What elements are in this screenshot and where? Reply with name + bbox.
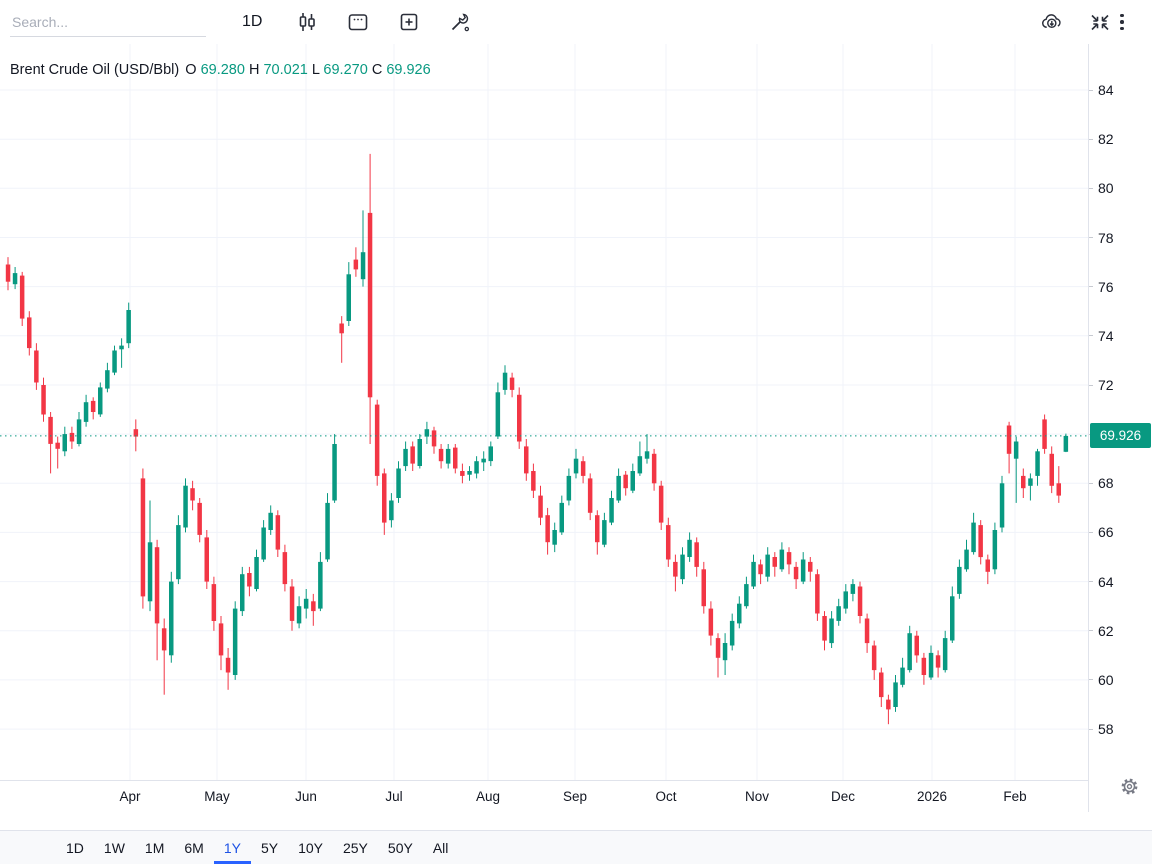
price-tickmark xyxy=(1089,532,1093,533)
add-plus-icon[interactable] xyxy=(397,10,421,34)
time-axis-label: Aug xyxy=(476,789,500,804)
price-tick-label: 76 xyxy=(1098,279,1114,295)
candlestick-icon[interactable] xyxy=(295,10,319,34)
range-button-5y[interactable]: 5Y xyxy=(251,831,288,864)
time-axis-label: Jun xyxy=(295,789,317,804)
price-tick-label: 80 xyxy=(1098,180,1114,196)
range-button-1d[interactable]: 1D xyxy=(56,831,94,864)
range-button-1m[interactable]: 1M xyxy=(135,831,174,864)
close-value: 69.926 xyxy=(386,62,430,78)
price-tick-label: 64 xyxy=(1098,574,1114,590)
price-tickmark xyxy=(1089,630,1093,631)
range-button-6m[interactable]: 6M xyxy=(174,831,213,864)
chart-legend: Brent Crude Oil (USD/Bbl) O 69.280 H 70.… xyxy=(10,62,431,78)
top-toolbar: 1D xyxy=(0,0,1152,44)
price-tickmark xyxy=(1089,483,1093,484)
range-button-10y[interactable]: 10Y xyxy=(288,831,333,864)
cloud-download-icon[interactable] xyxy=(1040,10,1064,34)
time-axis[interactable]: Apr May Jun Jul Aug Sep Oct Nov Dec 2026 Feb xyxy=(0,780,1088,812)
low-label: L xyxy=(312,62,320,78)
time-axis-label: Nov xyxy=(745,789,769,804)
price-tickmark xyxy=(1089,90,1093,91)
range-button-25y[interactable]: 25Y xyxy=(333,831,378,864)
price-tickmark xyxy=(1089,581,1093,582)
open-label: O xyxy=(185,62,196,78)
high-label: H xyxy=(249,62,259,78)
collapse-arrows-icon[interactable] xyxy=(1088,10,1112,34)
price-tick-label: 84 xyxy=(1098,82,1114,98)
price-tickmark xyxy=(1089,729,1093,730)
price-tickmark xyxy=(1089,188,1093,189)
price-tick-label: 58 xyxy=(1098,721,1114,737)
time-axis-label: Apr xyxy=(119,789,140,804)
price-tick-label: 62 xyxy=(1098,623,1114,639)
low-value: 69.270 xyxy=(323,62,367,78)
more-kebab-icon[interactable] xyxy=(1112,10,1132,34)
price-tickmark xyxy=(1089,679,1093,680)
price-tick-label: 68 xyxy=(1098,475,1114,491)
price-tick-label: 74 xyxy=(1098,328,1114,344)
settings-gear-icon[interactable] xyxy=(1120,777,1139,796)
last-price-tag: 69.926 xyxy=(1090,423,1151,448)
wrench-icon[interactable] xyxy=(448,10,472,34)
price-scale[interactable]: 69.926 8482807876747270686664626058 xyxy=(1088,44,1152,812)
price-tickmark xyxy=(1089,335,1093,336)
price-tick-label: 66 xyxy=(1098,524,1114,540)
time-axis-label: 2026 xyxy=(917,789,947,804)
price-tick-label: 60 xyxy=(1098,672,1114,688)
range-button-1y[interactable]: 1Y xyxy=(214,831,251,864)
range-button-1w[interactable]: 1W xyxy=(94,831,135,864)
price-tickmark xyxy=(1089,385,1093,386)
time-axis-label: Jul xyxy=(385,789,402,804)
range-button-50y[interactable]: 50Y xyxy=(378,831,423,864)
symbol-name: Brent Crude Oil (USD/Bbl) xyxy=(10,62,179,78)
time-axis-label: Oct xyxy=(655,789,676,804)
close-label: C xyxy=(372,62,382,78)
price-tickmark xyxy=(1089,139,1093,140)
interval-button[interactable]: 1D xyxy=(236,9,268,35)
bottom-gap xyxy=(0,812,1152,830)
range-toolbar: 1D1W1M6M1Y5Y10Y25Y50YAll xyxy=(0,830,1152,864)
toolbar-right-group xyxy=(1016,10,1132,34)
time-axis-label: May xyxy=(204,789,230,804)
price-tickmark xyxy=(1089,237,1093,238)
search-input[interactable] xyxy=(10,8,206,37)
time-axis-label: Dec xyxy=(831,789,855,804)
range-button-all[interactable]: All xyxy=(423,831,459,864)
price-tickmark xyxy=(1089,286,1093,287)
price-tick-label: 78 xyxy=(1098,230,1114,246)
open-value: 69.280 xyxy=(201,62,245,78)
time-axis-label: Feb xyxy=(1003,789,1026,804)
calendar-icon[interactable] xyxy=(346,10,370,34)
price-tick-label: 72 xyxy=(1098,377,1114,393)
price-tick-label: 82 xyxy=(1098,131,1114,147)
chart-region: Brent Crude Oil (USD/Bbl) O 69.280 H 70.… xyxy=(0,44,1152,812)
candlestick-canvas[interactable] xyxy=(0,44,1088,780)
time-axis-label: Sep xyxy=(563,789,587,804)
high-value: 70.021 xyxy=(263,62,307,78)
